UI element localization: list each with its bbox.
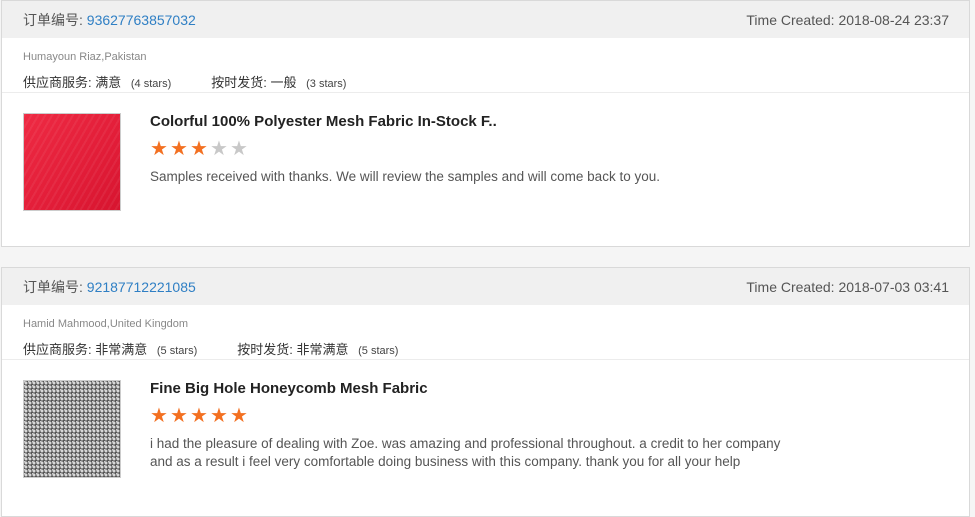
order-label: 订单编号: — [23, 11, 83, 28]
buyer-section: Humayoun Riaz,Pakistan 供应商服务: 满意 (4 star… — [2, 38, 969, 93]
product-row: Colorful 100% Polyester Mesh Fabric In-S… — [2, 93, 969, 211]
shipping-value: 非常满意 — [296, 342, 349, 357]
supplier-service-label: 供应商服务: — [23, 342, 92, 357]
shipping-value: 一般 — [270, 75, 297, 90]
star-rating: ★ ★ ★ ★ ★ — [150, 406, 800, 426]
star-icon: ★ — [190, 405, 208, 427]
supplier-service-rating: 供应商服务: 满意 (4 stars) — [23, 72, 171, 91]
shipping-stars: (3 stars) — [306, 78, 347, 90]
star-icon: ★ — [230, 138, 248, 160]
supplier-service-stars: (4 stars) — [130, 78, 172, 90]
order-number-link[interactable]: 92187712221085 — [87, 279, 196, 295]
supplier-service-rating: 供应商服务: 非常满意 (5 stars) — [23, 339, 197, 358]
star-icon: ★ — [170, 138, 188, 160]
supplier-service-label: 供应商服务: — [23, 75, 92, 90]
time-created: Time Created: 2018-08-24 23:37 — [746, 11, 949, 28]
ratings-row: 供应商服务: 非常满意 (5 stars) 按时发货: 非常满意 (5 star… — [23, 339, 948, 358]
star-icon: ★ — [210, 138, 228, 160]
star-icon: ★ — [210, 405, 228, 427]
time-created: Time Created: 2018-07-03 03:41 — [746, 278, 949, 295]
shipping-stars: (5 stars) — [358, 345, 399, 357]
order-id: 订单编号: 92187712221085 — [23, 277, 196, 297]
product-title[interactable]: Fine Big Hole Honeycomb Mesh Fabric — [150, 380, 800, 398]
star-icon: ★ — [230, 405, 248, 427]
product-info: Fine Big Hole Honeycomb Mesh Fabric ★ ★ ★ ★… — [150, 380, 800, 478]
product-title[interactable]: Colorful 100% Polyester Mesh Fabric In-S… — [150, 113, 660, 131]
review-text: i had the pleasure of dealing with Zoe. … — [150, 436, 781, 469]
buyer-name: Hamid Mahmood,United Kingdom — [23, 318, 189, 330]
shipping-label: 按时发货: — [211, 75, 267, 90]
order-label: 订单编号: — [23, 278, 83, 295]
buyer-section: Hamid Mahmood,United Kingdom 供应商服务: 非常满意… — [2, 305, 969, 360]
star-icon: ★ — [150, 138, 168, 160]
order-number-link[interactable]: 93627763857032 — [87, 12, 196, 28]
order-id: 订单编号: 93627763857032 — [23, 10, 196, 30]
supplier-service-value: 满意 — [95, 75, 122, 90]
shipping-rating: 按时发货: 非常满意 (5 stars) — [237, 339, 398, 358]
product-thumbnail[interactable] — [23, 380, 121, 478]
ratings-row: 供应商服务: 满意 (4 stars) 按时发货: 一般 (3 stars) — [23, 72, 948, 91]
order-header: 订单编号: 93627763857032 Time Created: 2018-… — [2, 1, 969, 38]
shipping-rating: 按时发货: 一般 (3 stars) — [211, 72, 346, 91]
order-header: 订单编号: 92187712221085 Time Created: 2018-… — [2, 268, 969, 305]
product-info: Colorful 100% Polyester Mesh Fabric In-S… — [150, 113, 660, 211]
supplier-service-value: 非常满意 — [95, 342, 148, 357]
star-icon: ★ — [170, 405, 188, 427]
product-row: Fine Big Hole Honeycomb Mesh Fabric ★ ★ ★ ★… — [2, 360, 969, 478]
star-icon: ★ — [190, 138, 208, 160]
product-thumbnail[interactable] — [23, 113, 121, 211]
star-icon: ★ — [150, 405, 168, 427]
supplier-service-stars: (5 stars) — [156, 345, 198, 357]
order-card: 订单编号: 92187712221085 Time Created: 2018-… — [1, 267, 970, 517]
shipping-label: 按时发货: — [237, 342, 293, 357]
buyer-name: Humayoun Riaz,Pakistan — [23, 51, 147, 63]
order-card: 订单编号: 93627763857032 Time Created: 2018-… — [1, 0, 970, 247]
star-rating: ★ ★ ★ ★ ★ — [150, 139, 660, 159]
review-text: Samples received with thanks. We will re… — [150, 169, 660, 184]
